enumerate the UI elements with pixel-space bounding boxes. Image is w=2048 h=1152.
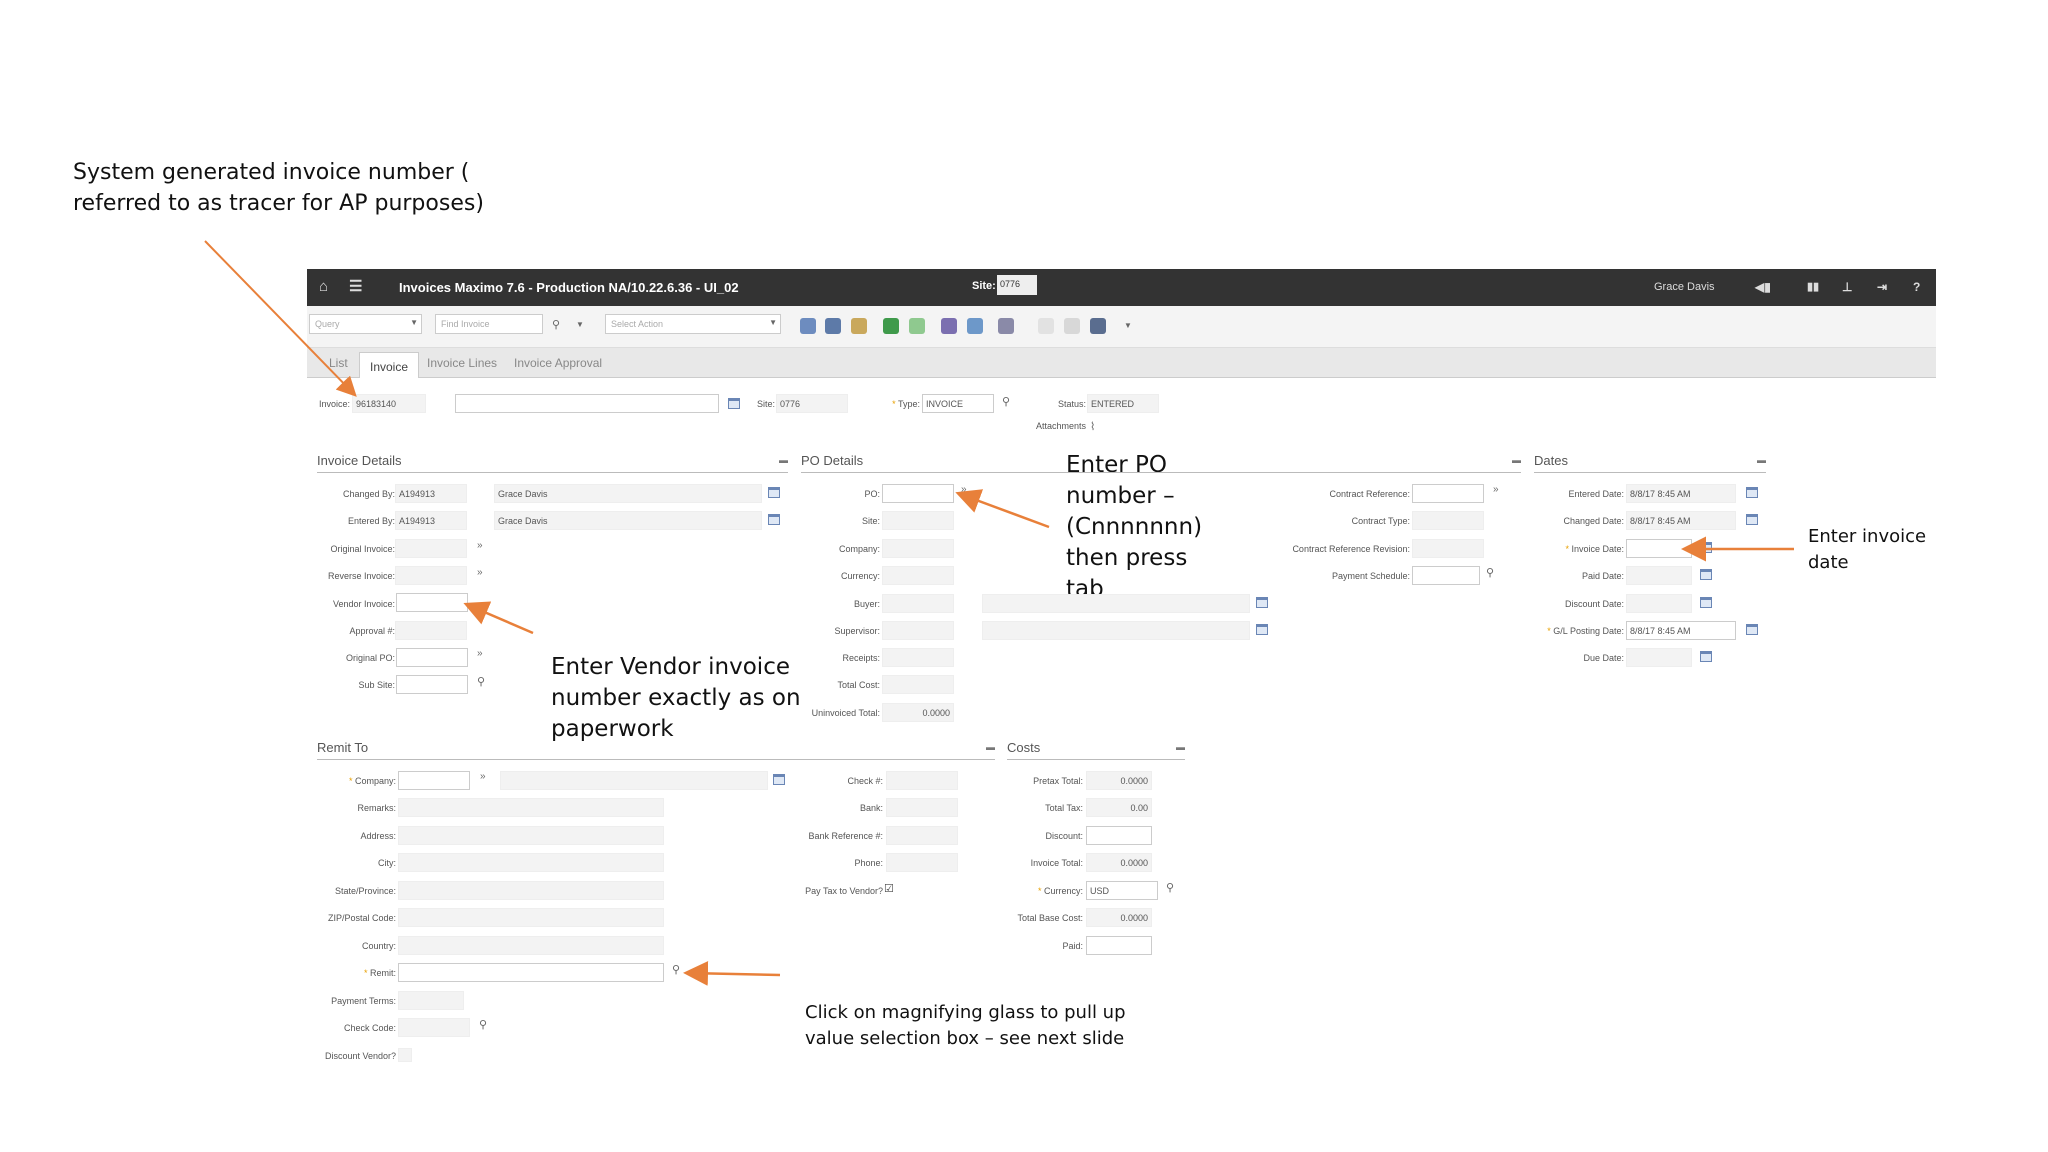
arrow-po [955, 489, 1050, 529]
arrow-vendor-invoice [463, 601, 534, 635]
annotation-arrows [204, 240, 1794, 986]
arrow-magnifier [683, 960, 781, 986]
arrow-tracer [204, 240, 357, 397]
